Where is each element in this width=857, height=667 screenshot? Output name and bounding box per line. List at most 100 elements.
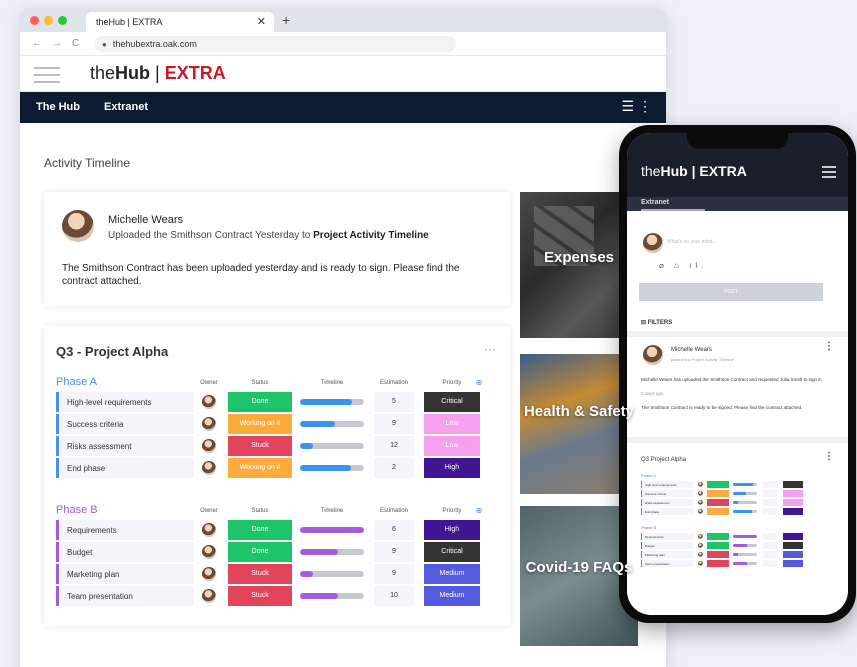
table-row[interactable]: Requirements Done 6 High <box>56 520 486 540</box>
forward-icon[interactable]: → <box>52 38 62 49</box>
estimation-value[interactable]: 2 <box>374 458 414 478</box>
close-tab-icon[interactable]: ✕ <box>257 15 266 28</box>
avatar[interactable] <box>202 439 216 453</box>
compose-attach-icons[interactable]: ⌀ ⌂ ıl. <box>659 261 707 270</box>
task-name[interactable]: Requirements <box>56 520 194 540</box>
post-action-link[interactable]: Project Activity Timeline <box>313 230 429 241</box>
avatar[interactable] <box>62 210 94 242</box>
maximize-window-dot[interactable] <box>58 16 67 25</box>
status-badge[interactable]: Stuck <box>228 586 292 606</box>
phone-table-row[interactable]: Requirements <box>641 533 829 540</box>
task-name[interactable]: Success criteria <box>56 414 194 434</box>
nav-item-extranet[interactable]: Extranet <box>104 101 148 113</box>
menu-icon[interactable] <box>34 67 60 83</box>
phone-menu-icon[interactable] <box>822 166 836 181</box>
timeline-bar[interactable] <box>300 549 364 555</box>
table-row[interactable]: Success criteria Working on it 9 Low <box>56 414 486 434</box>
status-badge[interactable]: Stuck <box>228 564 292 584</box>
post-author[interactable]: Michelle Wears <box>108 214 183 226</box>
priority-badge[interactable]: High <box>424 458 480 478</box>
priority-badge[interactable]: Medium <box>424 564 480 584</box>
phone-table-row[interactable]: Budget <box>641 542 829 549</box>
task-name[interactable]: Team presentation <box>56 586 194 606</box>
timeline-bar[interactable] <box>300 465 364 471</box>
priority-badge[interactable]: Critical <box>424 392 480 412</box>
avatar[interactable] <box>202 545 216 559</box>
add-column-icon[interactable]: ⊕ <box>472 506 486 515</box>
post-button[interactable]: POST <box>639 283 823 301</box>
status-badge[interactable]: Working on it <box>228 458 292 478</box>
table-row[interactable]: High-level requirements Done 5 Critical <box>56 392 486 412</box>
phone-table-row[interactable]: Team presentation <box>641 560 829 567</box>
status-badge[interactable]: Stuck <box>228 436 292 456</box>
browser-tab[interactable]: theHub | EXTRA ✕ <box>86 12 274 32</box>
phone-table-row[interactable]: Risks assessment <box>641 499 829 506</box>
add-column-icon[interactable]: ⊕ <box>472 378 486 387</box>
status-badge[interactable]: Done <box>228 392 292 412</box>
status-badge[interactable]: Done <box>228 542 292 562</box>
avatar[interactable] <box>202 417 216 431</box>
estimation-value[interactable]: 12 <box>374 436 414 456</box>
priority-badge[interactable]: Critical <box>424 542 480 562</box>
task-name[interactable]: Budget <box>56 542 194 562</box>
compose-input[interactable]: What's on your mind... <box>667 239 717 245</box>
task-name[interactable]: Risks assessment <box>56 436 194 456</box>
phone-table-row[interactable]: End phase <box>641 508 829 515</box>
table-row[interactable]: Risks assessment Stuck 12 Low <box>56 436 486 456</box>
timeline-bar[interactable] <box>300 443 364 449</box>
estimation-value[interactable]: 5 <box>374 392 414 412</box>
phone-table-row[interactable]: Marketing plan <box>641 551 829 558</box>
new-tab-button[interactable]: + <box>282 12 290 28</box>
timeline-bar[interactable] <box>300 527 364 533</box>
avatar[interactable] <box>202 567 216 581</box>
status-badge[interactable]: Done <box>228 520 292 540</box>
status-badge[interactable]: Working on it <box>228 414 292 434</box>
timeline-bar[interactable] <box>300 421 364 427</box>
priority-badge[interactable]: Low <box>424 436 480 456</box>
table-row[interactable]: Budget Done 9 Critical <box>56 542 486 562</box>
avatar[interactable] <box>643 345 663 365</box>
app-logo[interactable]: theHub | EXTRA <box>90 63 226 84</box>
more-options-icon[interactable]: ··· <box>484 342 496 356</box>
table-row[interactable]: End phase Working on it 2 High <box>56 458 486 478</box>
priority-badge[interactable]: High <box>424 520 480 540</box>
site-info-icon[interactable]: ● <box>102 40 107 49</box>
url-input[interactable]: ● thehubextra.oak.com <box>94 36 456 52</box>
filters-button[interactable]: ⊟ FILTERS <box>641 319 672 326</box>
reload-icon[interactable]: C <box>72 38 79 49</box>
table-row[interactable]: Marketing plan Stuck 9 Medium <box>56 564 486 584</box>
task-name[interactable]: High-level requirements <box>56 392 194 412</box>
avatar[interactable] <box>202 395 216 409</box>
avatar[interactable] <box>643 233 663 253</box>
estimation-value[interactable]: 9 <box>374 414 414 434</box>
nav-options-icon[interactable]: ☰ ⋮ <box>622 98 652 115</box>
board-options-icon[interactable]: ⋮ <box>824 451 834 462</box>
task-name[interactable]: End phase <box>56 458 194 478</box>
phone-table-row[interactable]: High-level requirements <box>641 481 829 488</box>
avatar[interactable] <box>202 461 216 475</box>
phone-tab-extranet[interactable]: Extranet <box>641 199 705 211</box>
phone-post-author[interactable]: Michelle Wears <box>671 347 712 353</box>
table-row[interactable]: Team presentation Stuck 10 Medium <box>56 586 486 606</box>
estimation-value[interactable]: 10 <box>374 586 414 606</box>
estimation-value[interactable]: 6 <box>374 520 414 540</box>
avatar[interactable] <box>202 523 216 537</box>
avatar[interactable] <box>202 589 216 603</box>
estimation-value[interactable]: 9 <box>374 564 414 584</box>
priority-badge[interactable]: Low <box>424 414 480 434</box>
phone-table-row[interactable]: Success criteria <box>641 490 829 497</box>
timeline-bar[interactable] <box>300 593 364 599</box>
close-window-dot[interactable] <box>30 16 39 25</box>
task-name[interactable]: Marketing plan <box>56 564 194 584</box>
estimation-value[interactable]: 9 <box>374 542 414 562</box>
priority-badge[interactable]: Medium <box>424 586 480 606</box>
timeline-bar[interactable] <box>300 571 364 577</box>
minimize-window-dot[interactable] <box>44 16 53 25</box>
timeline-bar[interactable] <box>300 399 364 405</box>
tile-label: Health & Safety <box>523 403 635 420</box>
nav-item-the-hub[interactable]: The Hub <box>36 101 80 113</box>
post-options-icon[interactable]: ⋮ <box>824 341 834 352</box>
phone-logo[interactable]: theHub | EXTRA <box>641 163 747 179</box>
phone-timeline-bar <box>733 483 757 486</box>
back-icon[interactable]: ← <box>32 38 42 49</box>
